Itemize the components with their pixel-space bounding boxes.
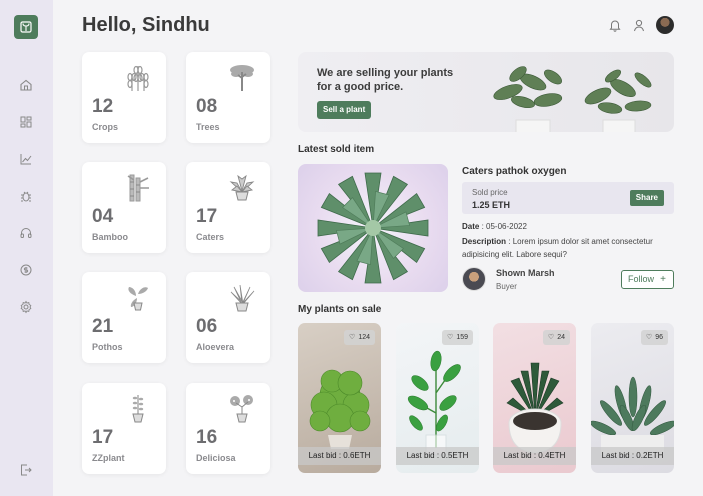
stat-label: Caters: [196, 232, 225, 242]
stat-label: Aloevera: [196, 342, 235, 352]
sold-item-image[interactable]: [298, 164, 448, 292]
sell-plant-button[interactable]: Sell a plant: [317, 101, 372, 119]
heart-icon: ♡: [547, 334, 555, 341]
sold-date: Date : 05-06-2022: [462, 222, 527, 231]
sold-price-box: Sold price 1.25 ETH Share: [462, 182, 674, 214]
succulent-photo: [317, 172, 429, 284]
stat-value: 21: [92, 316, 114, 337]
app-logo[interactable]: [14, 15, 38, 39]
headset-icon[interactable]: [18, 225, 34, 241]
stat-value: 04: [92, 206, 114, 227]
logout-icon[interactable]: [18, 462, 34, 478]
chart-icon[interactable]: [18, 151, 34, 167]
buyer-avatar[interactable]: [462, 267, 486, 291]
stat-card-trees[interactable]: 08 Trees: [186, 52, 270, 143]
date-value: 05-06-2022: [486, 222, 527, 231]
stat-card-aloevera[interactable]: 06 Aloevera: [186, 272, 270, 363]
sold-price-value: 1.25 ETH: [472, 200, 511, 210]
zzplant-icon: [124, 393, 152, 423]
buyer-name: Shown Marsh: [496, 268, 555, 278]
stat-value: 08: [196, 96, 218, 117]
banner-text: We are selling your plants for a good pr…: [317, 67, 454, 93]
stat-label: ZZplant: [92, 453, 125, 463]
bug-icon[interactable]: [18, 188, 34, 204]
banner-plants-image: [493, 66, 652, 132]
pothos-icon: [124, 282, 152, 312]
date-label: Date: [462, 222, 480, 231]
tree-icon: [228, 62, 256, 92]
heart-icon: ♡: [447, 334, 454, 341]
sold-item-title: Caters pathok oxygen: [462, 166, 567, 177]
dashboard-icon[interactable]: [18, 114, 34, 130]
monstera-icon: [228, 393, 256, 423]
like-badge[interactable]: ♡ 96: [640, 330, 668, 345]
like-count: 96: [655, 334, 663, 341]
plus-icon: +: [660, 274, 666, 285]
last-bid: Last bid : 0.4ETH: [493, 447, 576, 465]
description-label: Description: [462, 237, 507, 246]
stat-card-crops[interactable]: 12 Crops: [82, 52, 166, 143]
aloe-icon: [228, 282, 256, 312]
like-badge[interactable]: ♡ 159: [442, 330, 473, 345]
user-icon[interactable]: [631, 17, 647, 33]
stat-value: 16: [196, 427, 218, 448]
settings-icon[interactable]: [18, 299, 34, 315]
like-count: 24: [557, 334, 565, 341]
stat-card-bamboo[interactable]: 04 Bamboo: [82, 162, 166, 253]
sold-price-label: Sold price: [472, 188, 508, 197]
stat-card-pothos[interactable]: 21 Pothos: [82, 272, 166, 363]
bell-icon[interactable]: [607, 17, 623, 33]
last-bid: Last bid : 0.5ETH: [396, 447, 479, 465]
last-bid: Last bid : 0.6ETH: [298, 447, 381, 465]
like-badge[interactable]: ♡ 124: [344, 330, 375, 345]
wheat-icon: [124, 62, 152, 92]
succulent-icon: [228, 172, 256, 202]
plant-card[interactable]: ♡ 96 Last bid : 0.2ETH: [591, 323, 674, 473]
plant-card[interactable]: ♡ 124 Last bid : 0.6ETH: [298, 323, 381, 473]
promo-banner: We are selling your plants for a good pr…: [298, 52, 674, 132]
stat-label: Crops: [92, 122, 119, 132]
bamboo-icon: [124, 172, 152, 202]
on-sale-heading: My plants on sale: [298, 304, 382, 315]
page-title: Hello, Sindhu: [82, 14, 210, 36]
currency-icon[interactable]: [18, 262, 34, 278]
stat-value: 17: [196, 206, 218, 227]
home-icon[interactable]: [18, 77, 34, 93]
like-count: 124: [358, 334, 370, 341]
latest-sold-heading: Latest sold item: [298, 144, 375, 155]
like-count: 159: [456, 334, 468, 341]
avatar[interactable]: [656, 16, 674, 34]
stat-label: Trees: [196, 122, 220, 132]
follow-button[interactable]: Follow +: [621, 270, 674, 289]
stat-card-deliciosa[interactable]: 16 Deliciosa: [186, 383, 270, 474]
heart-icon: ♡: [645, 334, 653, 341]
plant-card[interactable]: ♡ 24 Last bid : 0.4ETH: [493, 323, 576, 473]
sidebar: [0, 0, 53, 496]
stat-label: Bamboo: [92, 232, 128, 242]
buyer-role: Buyer: [496, 282, 517, 291]
share-button[interactable]: Share: [629, 190, 664, 206]
sold-description: Description : Lorem ipsum dolor sit amet…: [462, 237, 653, 259]
heart-icon: ♡: [349, 334, 356, 341]
stat-value: 12: [92, 96, 114, 117]
stat-value: 06: [196, 316, 218, 337]
last-bid: Last bid : 0.2ETH: [591, 447, 674, 465]
stat-label: Deliciosa: [196, 453, 236, 463]
stat-card-zzplant[interactable]: 17 ZZplant: [82, 383, 166, 474]
follow-label: Follow: [628, 274, 655, 284]
stat-card-caters[interactable]: 17 Caters: [186, 162, 270, 253]
plant-logo-icon: [20, 21, 32, 33]
stat-value: 17: [92, 427, 114, 448]
plant-card[interactable]: ♡ 159 Last bid : 0.5ETH: [396, 323, 479, 473]
stat-label: Pothos: [92, 342, 123, 352]
like-badge[interactable]: ♡ 24: [542, 330, 570, 345]
